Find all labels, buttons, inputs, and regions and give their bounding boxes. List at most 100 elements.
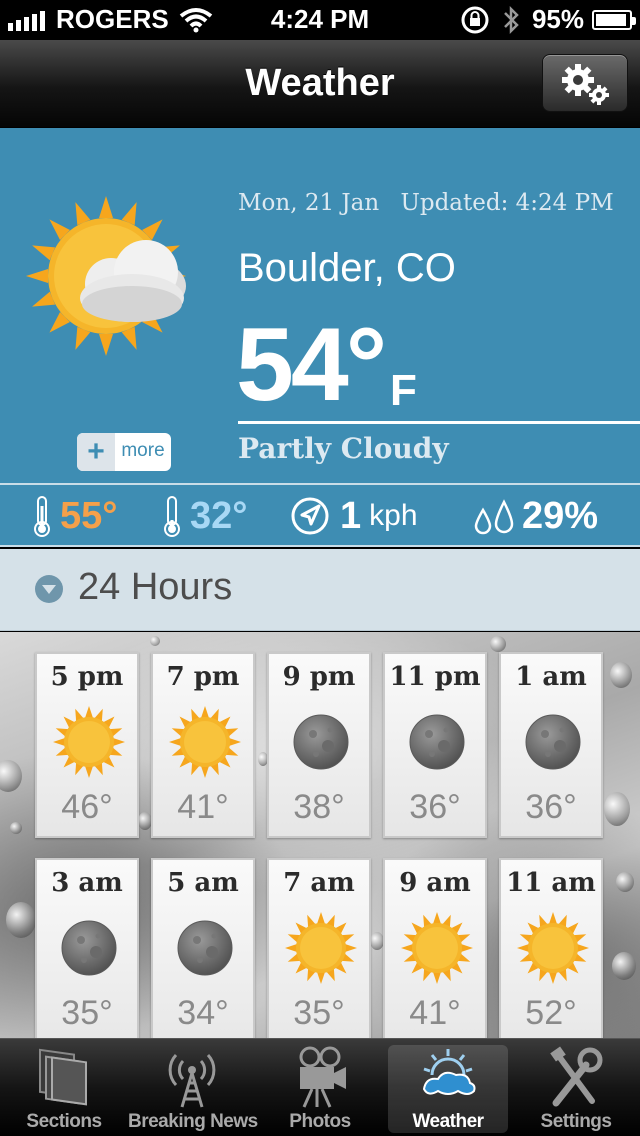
sun-icon <box>515 910 591 991</box>
moon-icon <box>283 704 359 785</box>
partly-cloudy-icon <box>26 196 186 356</box>
raindrop <box>138 812 152 830</box>
stats-bar: 55° 32° 1 kph 29% <box>0 483 640 547</box>
moon-icon <box>51 910 127 991</box>
movie-camera-icon <box>299 1046 346 1108</box>
rotation-lock-icon <box>461 6 489 33</box>
sun-icon <box>51 704 127 785</box>
raindrop <box>370 932 384 950</box>
thermometer-icon <box>164 496 180 537</box>
battery-percent: 95% <box>531 4 584 34</box>
section-header-24-hours[interactable]: 24 Hours <box>0 549 640 631</box>
sun-icon <box>399 910 475 991</box>
hour-label: 9 pm <box>282 662 356 692</box>
date-line: Mon, 21 Jan Updated: 4:24 PM <box>238 190 614 216</box>
wind-unit: kph <box>369 499 418 532</box>
tab-settings[interactable]: Settings <box>512 1039 640 1136</box>
wind-stat: 1 kph <box>290 493 418 539</box>
tab-bar: Sections Breaking News Photos Weather Se… <box>0 1038 640 1136</box>
raindrop <box>6 902 36 938</box>
moon-icon <box>177 920 233 976</box>
sun-icon <box>169 706 241 778</box>
temperature-unit: F <box>390 366 417 415</box>
hour-label: 7 pm <box>166 662 240 692</box>
thermometer-icon <box>34 496 50 537</box>
hour-card: 5 pm 46° <box>35 652 139 838</box>
tab-breaking-news[interactable]: Breaking News <box>128 1039 258 1136</box>
wind-direction-icon <box>291 497 329 535</box>
more-label: more <box>121 440 165 461</box>
tab-sections[interactable]: Sections <box>0 1039 128 1136</box>
hour-card: 3 am 35° <box>35 858 139 1038</box>
divider <box>238 421 640 424</box>
current-conditions-panel: + more Mon, 21 Jan Updated: 4:24 PM Boul… <box>0 128 640 483</box>
section-title: 24 Hours <box>78 566 233 608</box>
tab-label: Settings <box>540 1111 612 1132</box>
hour-temp: 35° <box>61 994 113 1032</box>
hour-label: 3 am <box>51 868 123 898</box>
raindrop <box>612 952 636 980</box>
status-bar: ROGERS 4:24 PM 95% <box>0 0 640 40</box>
hour-label: 11 pm <box>389 662 481 692</box>
moon-icon <box>293 714 349 770</box>
raindrop <box>610 662 632 688</box>
hour-card: 9 pm 38° <box>267 652 371 838</box>
hour-card: 5 am 34° <box>151 858 255 1038</box>
low-temp: 32° <box>190 494 248 537</box>
hour-temp: 36° <box>409 788 461 826</box>
wind-speed: 1 <box>340 494 362 537</box>
sun-icon <box>517 912 589 984</box>
raindrop <box>10 822 22 834</box>
moon-icon <box>515 704 591 785</box>
updated-time: Updated: 4:24 PM <box>400 190 614 216</box>
raindrop <box>604 792 630 826</box>
settings-button[interactable] <box>542 54 628 112</box>
tab-weather[interactable]: Weather <box>388 1045 508 1133</box>
hour-label: 5 pm <box>50 662 124 692</box>
hour-label: 9 am <box>399 868 471 898</box>
sun-icon <box>167 704 243 785</box>
high-temp-stat: 55° <box>30 493 117 539</box>
humidity-drops-icon <box>474 499 514 535</box>
battery-icon <box>592 9 636 30</box>
collapse-arrow-icon <box>35 575 63 603</box>
moon-icon <box>409 714 465 770</box>
hour-label: 1 am <box>515 662 587 692</box>
bluetooth-icon <box>504 5 519 34</box>
tools-icon <box>550 1046 603 1107</box>
hour-temp: 36° <box>525 788 577 826</box>
current-temperature: 54° <box>236 307 387 423</box>
more-button[interactable]: + more <box>77 433 171 471</box>
hour-card: 1 am 36° <box>499 652 603 838</box>
sun-icon <box>53 706 125 778</box>
tab-photos[interactable]: Photos <box>256 1039 384 1136</box>
weather-icon <box>422 1049 476 1095</box>
gears-icon <box>562 64 609 105</box>
high-temp: 55° <box>60 494 118 537</box>
humidity-value: 29% <box>522 494 599 537</box>
moon-icon <box>167 910 243 991</box>
hour-label: 5 am <box>167 868 239 898</box>
sun-icon <box>401 912 473 984</box>
low-temp-stat: 32° <box>160 493 247 539</box>
tab-label: Breaking News <box>128 1111 258 1132</box>
broadcast-tower-icon <box>168 1053 216 1108</box>
moon-icon <box>525 714 581 770</box>
raindrop <box>0 760 22 792</box>
plus-icon: + <box>77 433 115 471</box>
moon-icon <box>399 704 475 785</box>
hour-temp: 52° <box>525 994 577 1032</box>
hour-temp: 38° <box>293 788 345 826</box>
hour-card: 7 pm 41° <box>151 652 255 838</box>
hour-temp: 35° <box>293 994 345 1032</box>
raindrop <box>150 636 160 646</box>
hour-temp: 41° <box>409 994 461 1032</box>
sections-icon <box>39 1048 87 1106</box>
sun-icon <box>285 912 357 984</box>
navigation-bar: Weather <box>0 40 640 128</box>
raindrop <box>490 636 506 652</box>
condition-text: Partly Cloudy <box>238 432 449 465</box>
hour-card: 7 am 35° <box>267 858 371 1038</box>
moon-icon <box>61 920 117 976</box>
tab-label: Photos <box>289 1111 351 1132</box>
